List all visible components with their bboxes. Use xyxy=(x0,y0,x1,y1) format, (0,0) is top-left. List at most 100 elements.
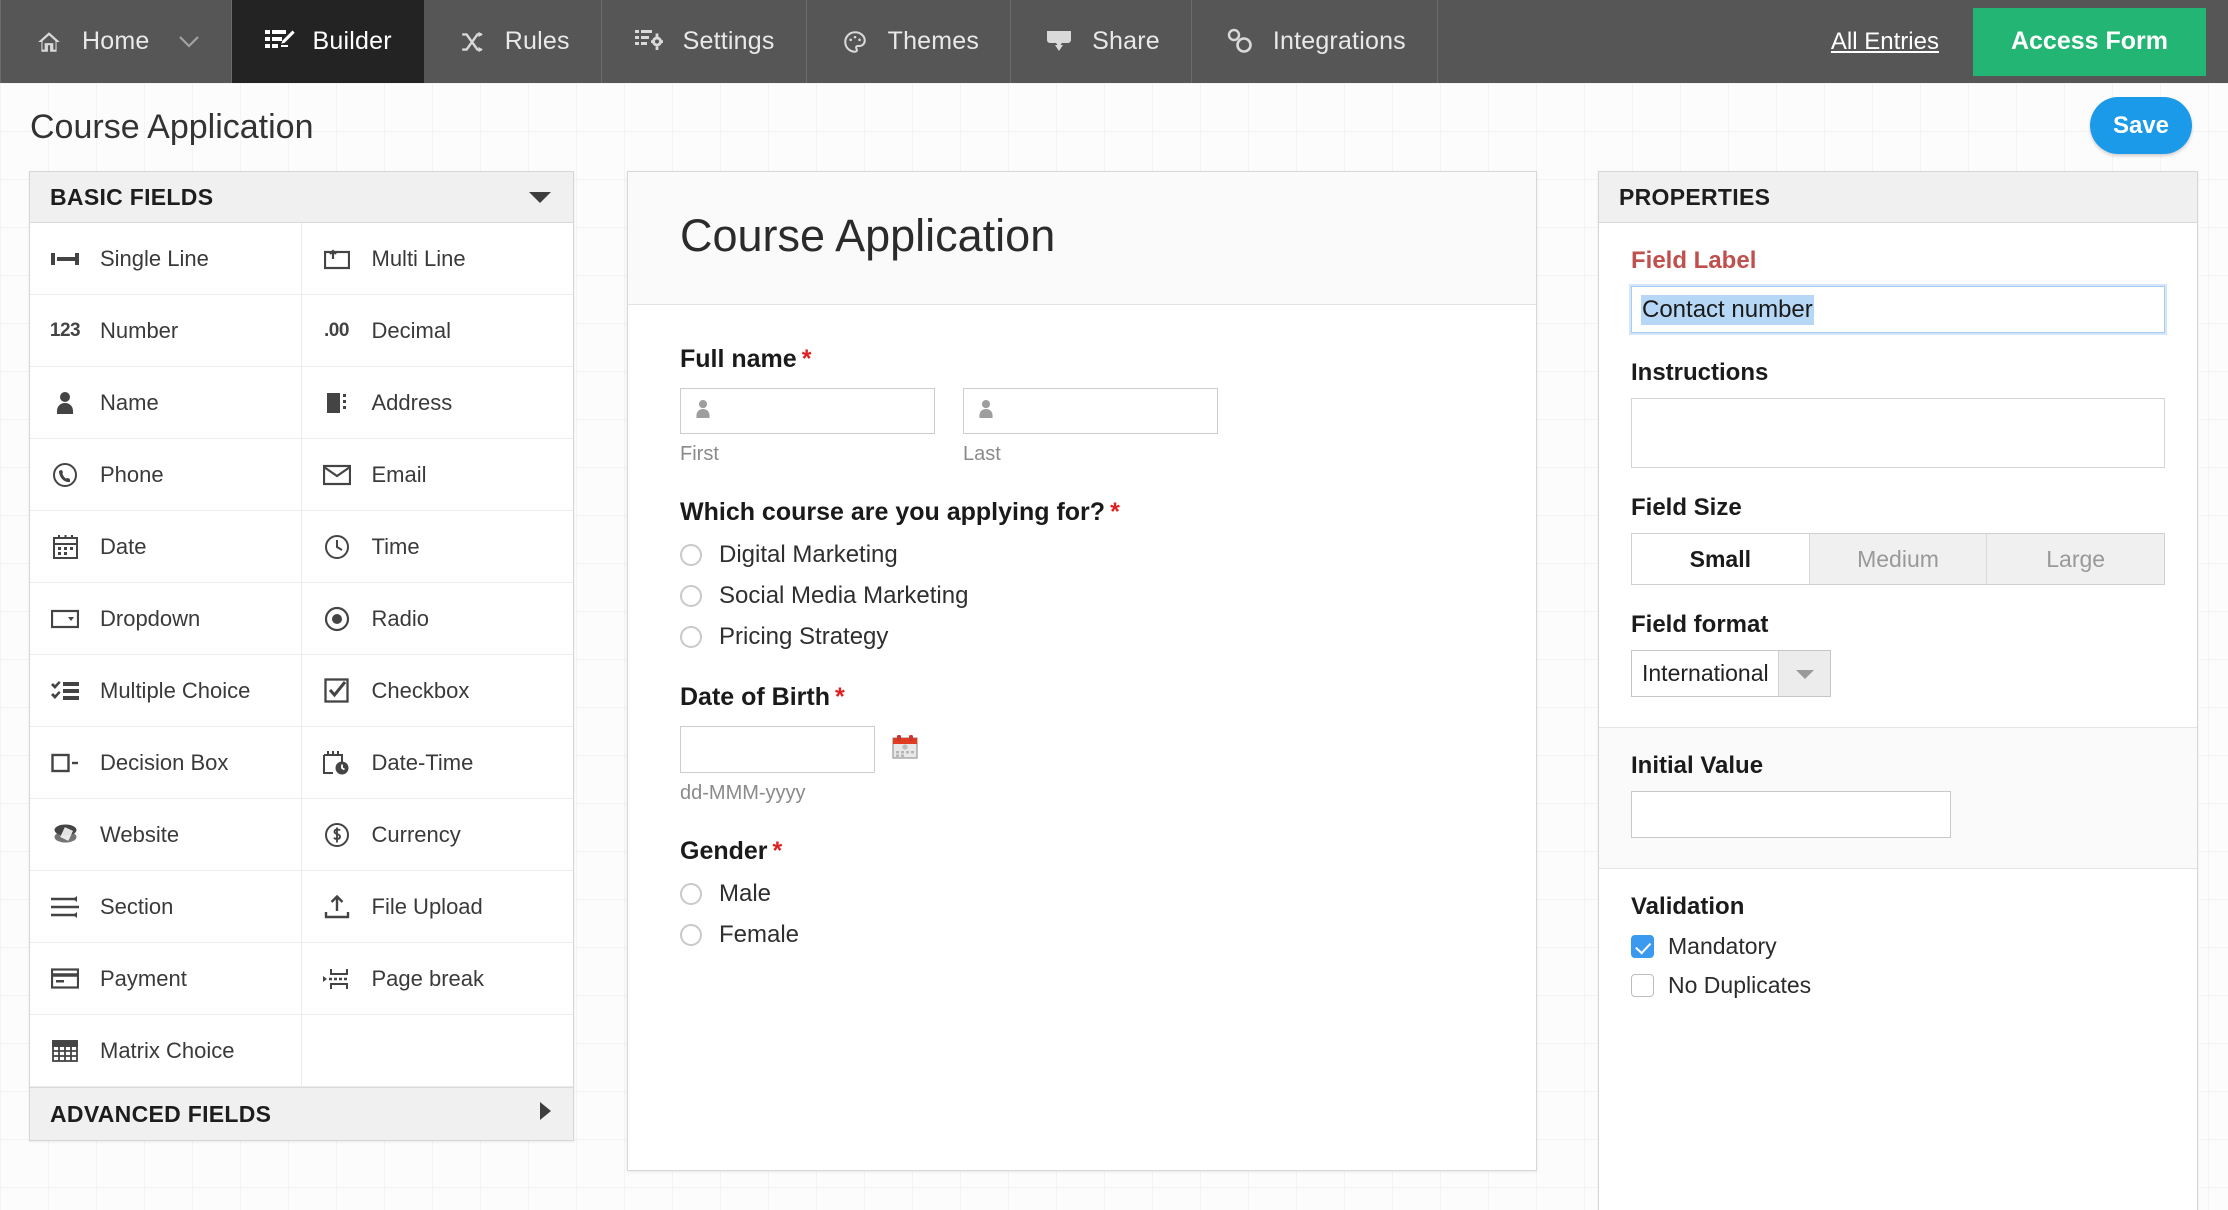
field-type-label: Multi Line xyxy=(371,245,466,271)
nav-item-label: Rules xyxy=(504,27,570,55)
nav-item-builder[interactable]: Builder xyxy=(231,0,424,83)
radio-option[interactable]: Social Media Marketing xyxy=(680,582,1484,610)
field-type-address[interactable]: Address xyxy=(301,367,573,439)
nav-item-share[interactable]: Share xyxy=(1011,0,1192,83)
field-label-value: Contact number xyxy=(1641,294,1814,325)
initial-value-section: Initial Value xyxy=(1599,727,2197,868)
required-asterisk: * xyxy=(801,345,812,373)
field-type-radio[interactable]: Radio xyxy=(301,583,573,655)
form-field-full-name[interactable]: Full name * First Last xyxy=(680,345,1484,466)
save-button[interactable]: Save xyxy=(2090,97,2192,154)
date-time-icon xyxy=(320,750,354,776)
nav-item-integrations[interactable]: Integrations xyxy=(1192,0,1438,83)
currency-dollar-icon xyxy=(320,822,354,848)
field-type-email[interactable]: Email xyxy=(301,439,573,511)
radio-option-label: Social Media Marketing xyxy=(719,582,969,609)
field-type-phone[interactable]: Phone xyxy=(30,439,302,511)
radio-option[interactable]: Pricing Strategy xyxy=(680,623,1484,651)
initial-value-input[interactable] xyxy=(1631,791,1951,838)
field-type-decision-box[interactable]: Decision Box xyxy=(30,727,302,799)
basic-fields-title: BASIC FIELDS xyxy=(50,183,214,210)
form-field-course[interactable]: Which course are you applying for? * Digi… xyxy=(680,498,1484,651)
nav-item-label: Builder xyxy=(312,27,392,55)
field-type-website[interactable]: Website xyxy=(30,799,302,871)
advanced-fields-header[interactable]: ADVANCED FIELDS xyxy=(30,1087,573,1140)
field-type-label: Website xyxy=(100,821,180,847)
field-format-dropdown[interactable]: International xyxy=(1631,650,1831,697)
name-last-col: Last xyxy=(963,388,1218,466)
radio-option[interactable]: Digital Marketing xyxy=(680,541,1484,569)
form-banner-title: Course Application xyxy=(680,210,1056,261)
required-asterisk: * xyxy=(772,837,783,865)
field-label: Which course are you applying for? * xyxy=(680,498,1484,527)
access-form-button[interactable]: Access Form xyxy=(1972,7,2206,76)
section-icon xyxy=(48,895,82,918)
radio-icon[interactable] xyxy=(680,585,702,607)
field-type-page-break[interactable]: Page break xyxy=(301,943,573,1015)
properties-header: PROPERTIES xyxy=(1599,172,2197,223)
form-field-date-of-birth[interactable]: Date of Birth * dd-MMM-yyyy xyxy=(680,683,1484,805)
field-type-multi-line[interactable]: Multi Line xyxy=(301,223,573,295)
field-type-currency[interactable]: Currency xyxy=(301,799,573,871)
basic-fields-header[interactable]: BASIC FIELDS xyxy=(30,172,573,223)
field-label-text: Gender xyxy=(680,837,768,865)
radio-icon xyxy=(320,606,354,632)
field-type-decimal[interactable]: .00 Decimal xyxy=(301,295,573,367)
field-size-option-small[interactable]: Small xyxy=(1632,534,1809,584)
radio-icon[interactable] xyxy=(680,924,702,946)
field-type-matrix-choice[interactable]: Matrix Choice xyxy=(30,1015,302,1087)
radio-icon[interactable] xyxy=(680,544,702,566)
field-type-label: Payment xyxy=(100,965,187,991)
field-type-dropdown[interactable]: Dropdown xyxy=(30,583,302,655)
chevron-right-icon[interactable] xyxy=(537,1099,553,1129)
nav-item-settings[interactable]: Settings xyxy=(602,0,807,83)
field-size-option-large[interactable]: Large xyxy=(1986,534,2164,584)
field-type-date-time[interactable]: Date-Time xyxy=(301,727,573,799)
date-of-birth-input[interactable] xyxy=(680,726,875,773)
chevron-down-icon[interactable] xyxy=(178,27,200,56)
radio-icon[interactable] xyxy=(680,883,702,905)
first-name-sublabel: First xyxy=(680,443,719,465)
mandatory-checkbox[interactable] xyxy=(1631,935,1654,958)
all-entries-link[interactable]: All Entries xyxy=(1797,28,1973,56)
field-type-number[interactable]: 123 Number xyxy=(30,295,302,367)
field-label-input[interactable]: Contact number xyxy=(1629,284,2167,335)
checkbox-icon xyxy=(320,678,354,703)
field-type-grid: Single Line Multi Line 123 Number .00 De… xyxy=(30,223,573,1087)
validation-heading: Validation xyxy=(1631,893,1745,920)
chevron-down-icon[interactable] xyxy=(527,184,553,211)
radio-option-label: Female xyxy=(719,921,800,948)
chevron-down-icon[interactable] xyxy=(1778,651,1830,696)
field-type-payment[interactable]: Payment xyxy=(30,943,302,1015)
field-type-file-upload[interactable]: File Upload xyxy=(301,871,573,943)
field-type-label: Address xyxy=(371,389,453,415)
field-type-single-line[interactable]: Single Line xyxy=(30,223,302,295)
last-name-input[interactable] xyxy=(963,388,1218,434)
field-size-option-medium[interactable]: Medium xyxy=(1808,534,1987,584)
calendar-picker-icon[interactable] xyxy=(891,733,919,766)
no-duplicates-checkbox[interactable] xyxy=(1631,974,1654,997)
radio-option[interactable]: Female xyxy=(680,921,1484,949)
field-type-name[interactable]: Name xyxy=(30,367,302,439)
name-first-col: First xyxy=(680,388,935,466)
properties-panel: PROPERTIES Field Label Contact number In… xyxy=(1598,171,2198,1210)
field-type-checkbox[interactable]: Checkbox xyxy=(301,655,573,727)
validation-mandatory-row[interactable]: Mandatory xyxy=(1631,933,2165,960)
field-label: Gender * xyxy=(680,837,1484,866)
field-type-time[interactable]: Time xyxy=(301,511,573,583)
field-type-section[interactable]: Section xyxy=(30,871,302,943)
form-field-gender[interactable]: Gender * Male Female xyxy=(680,837,1484,949)
field-type-date[interactable]: Date xyxy=(30,511,302,583)
instructions-textarea[interactable] xyxy=(1631,398,2165,468)
fields-palette-panel: BASIC FIELDS Single Line Multi Line 123 … xyxy=(29,171,574,1141)
nav-item-home[interactable]: Home xyxy=(0,0,232,83)
field-type-empty-slot xyxy=(301,1015,573,1087)
validation-no-duplicates-row[interactable]: No Duplicates xyxy=(1631,972,2165,999)
first-name-input[interactable] xyxy=(680,388,935,434)
nav-item-themes[interactable]: Themes xyxy=(807,0,1012,83)
radio-option[interactable]: Male xyxy=(680,880,1484,908)
field-type-multiple-choice[interactable]: Multiple Choice xyxy=(30,655,302,727)
nav-item-rules[interactable]: Rules xyxy=(424,0,602,83)
field-type-label: Decimal xyxy=(371,317,451,343)
radio-icon[interactable] xyxy=(680,626,702,648)
